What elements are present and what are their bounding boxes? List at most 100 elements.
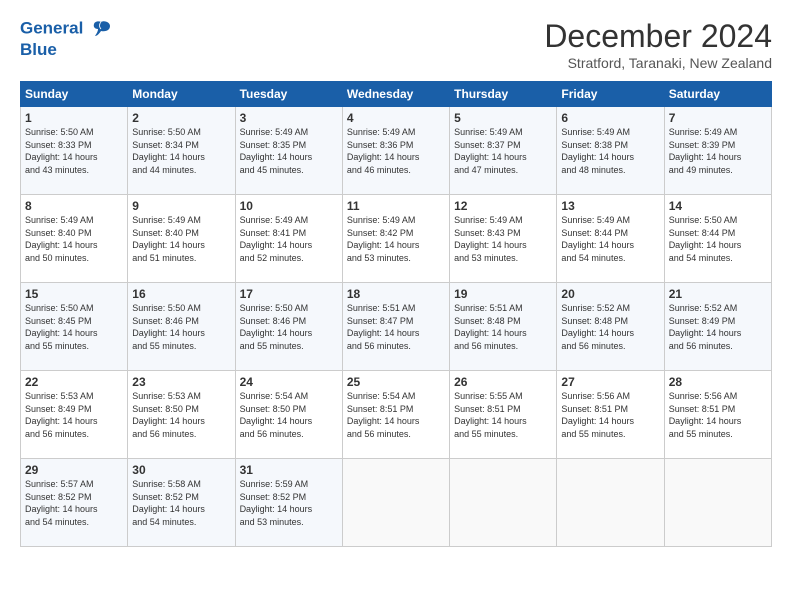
calendar-cell: 20Sunrise: 5:52 AM Sunset: 8:48 PM Dayli… — [557, 283, 664, 371]
logo: General Blue — [20, 18, 112, 60]
calendar-cell — [664, 459, 771, 547]
day-number: 14 — [669, 199, 767, 213]
col-wednesday: Wednesday — [342, 82, 449, 107]
day-number: 24 — [240, 375, 338, 389]
day-number: 8 — [25, 199, 123, 213]
day-info: Sunrise: 5:54 AM Sunset: 8:51 PM Dayligh… — [347, 390, 445, 440]
location-subtitle: Stratford, Taranaki, New Zealand — [544, 55, 772, 71]
calendar-cell: 23Sunrise: 5:53 AM Sunset: 8:50 PM Dayli… — [128, 371, 235, 459]
table-row: 22Sunrise: 5:53 AM Sunset: 8:49 PM Dayli… — [21, 371, 772, 459]
calendar-cell: 18Sunrise: 5:51 AM Sunset: 8:47 PM Dayli… — [342, 283, 449, 371]
day-info: Sunrise: 5:50 AM Sunset: 8:46 PM Dayligh… — [132, 302, 230, 352]
day-info: Sunrise: 5:49 AM Sunset: 8:35 PM Dayligh… — [240, 126, 338, 176]
day-info: Sunrise: 5:50 AM Sunset: 8:34 PM Dayligh… — [132, 126, 230, 176]
day-number: 11 — [347, 199, 445, 213]
calendar-cell: 5Sunrise: 5:49 AM Sunset: 8:37 PM Daylig… — [450, 107, 557, 195]
day-info: Sunrise: 5:51 AM Sunset: 8:47 PM Dayligh… — [347, 302, 445, 352]
day-number: 5 — [454, 111, 552, 125]
day-info: Sunrise: 5:55 AM Sunset: 8:51 PM Dayligh… — [454, 390, 552, 440]
calendar-cell: 14Sunrise: 5:50 AM Sunset: 8:44 PM Dayli… — [664, 195, 771, 283]
table-row: 29Sunrise: 5:57 AM Sunset: 8:52 PM Dayli… — [21, 459, 772, 547]
calendar-cell: 28Sunrise: 5:56 AM Sunset: 8:51 PM Dayli… — [664, 371, 771, 459]
day-info: Sunrise: 5:58 AM Sunset: 8:52 PM Dayligh… — [132, 478, 230, 528]
day-number: 28 — [669, 375, 767, 389]
day-number: 1 — [25, 111, 123, 125]
day-info: Sunrise: 5:50 AM Sunset: 8:33 PM Dayligh… — [25, 126, 123, 176]
logo-blue: Blue — [20, 40, 112, 60]
day-info: Sunrise: 5:50 AM Sunset: 8:44 PM Dayligh… — [669, 214, 767, 264]
day-info: Sunrise: 5:49 AM Sunset: 8:39 PM Dayligh… — [669, 126, 767, 176]
calendar-cell — [450, 459, 557, 547]
day-info: Sunrise: 5:56 AM Sunset: 8:51 PM Dayligh… — [561, 390, 659, 440]
day-number: 21 — [669, 287, 767, 301]
day-number: 27 — [561, 375, 659, 389]
day-number: 15 — [25, 287, 123, 301]
day-info: Sunrise: 5:49 AM Sunset: 8:38 PM Dayligh… — [561, 126, 659, 176]
day-info: Sunrise: 5:49 AM Sunset: 8:42 PM Dayligh… — [347, 214, 445, 264]
day-info: Sunrise: 5:49 AM Sunset: 8:43 PM Dayligh… — [454, 214, 552, 264]
day-info: Sunrise: 5:52 AM Sunset: 8:48 PM Dayligh… — [561, 302, 659, 352]
table-row: 1Sunrise: 5:50 AM Sunset: 8:33 PM Daylig… — [21, 107, 772, 195]
day-info: Sunrise: 5:49 AM Sunset: 8:41 PM Dayligh… — [240, 214, 338, 264]
calendar-cell: 10Sunrise: 5:49 AM Sunset: 8:41 PM Dayli… — [235, 195, 342, 283]
col-monday: Monday — [128, 82, 235, 107]
day-info: Sunrise: 5:53 AM Sunset: 8:50 PM Dayligh… — [132, 390, 230, 440]
calendar-cell: 8Sunrise: 5:49 AM Sunset: 8:40 PM Daylig… — [21, 195, 128, 283]
calendar-cell: 30Sunrise: 5:58 AM Sunset: 8:52 PM Dayli… — [128, 459, 235, 547]
calendar-cell: 1Sunrise: 5:50 AM Sunset: 8:33 PM Daylig… — [21, 107, 128, 195]
calendar-cell: 29Sunrise: 5:57 AM Sunset: 8:52 PM Dayli… — [21, 459, 128, 547]
day-info: Sunrise: 5:51 AM Sunset: 8:48 PM Dayligh… — [454, 302, 552, 352]
calendar-cell: 19Sunrise: 5:51 AM Sunset: 8:48 PM Dayli… — [450, 283, 557, 371]
day-number: 26 — [454, 375, 552, 389]
page: General Blue December 2024 Stratford, Ta… — [0, 0, 792, 612]
day-number: 22 — [25, 375, 123, 389]
calendar-cell: 17Sunrise: 5:50 AM Sunset: 8:46 PM Dayli… — [235, 283, 342, 371]
col-sunday: Sunday — [21, 82, 128, 107]
day-info: Sunrise: 5:49 AM Sunset: 8:40 PM Dayligh… — [132, 214, 230, 264]
calendar-cell: 12Sunrise: 5:49 AM Sunset: 8:43 PM Dayli… — [450, 195, 557, 283]
calendar-cell: 2Sunrise: 5:50 AM Sunset: 8:34 PM Daylig… — [128, 107, 235, 195]
day-number: 9 — [132, 199, 230, 213]
col-saturday: Saturday — [664, 82, 771, 107]
calendar-cell: 31Sunrise: 5:59 AM Sunset: 8:52 PM Dayli… — [235, 459, 342, 547]
calendar-cell: 15Sunrise: 5:50 AM Sunset: 8:45 PM Dayli… — [21, 283, 128, 371]
day-info: Sunrise: 5:50 AM Sunset: 8:45 PM Dayligh… — [25, 302, 123, 352]
day-number: 7 — [669, 111, 767, 125]
day-info: Sunrise: 5:49 AM Sunset: 8:40 PM Dayligh… — [25, 214, 123, 264]
calendar-cell: 27Sunrise: 5:56 AM Sunset: 8:51 PM Dayli… — [557, 371, 664, 459]
day-number: 2 — [132, 111, 230, 125]
calendar-cell: 26Sunrise: 5:55 AM Sunset: 8:51 PM Dayli… — [450, 371, 557, 459]
logo-text: General Blue — [20, 18, 112, 60]
col-friday: Friday — [557, 82, 664, 107]
logo-general: General — [20, 18, 83, 37]
calendar-cell: 11Sunrise: 5:49 AM Sunset: 8:42 PM Dayli… — [342, 195, 449, 283]
calendar-cell — [342, 459, 449, 547]
calendar-table: Sunday Monday Tuesday Wednesday Thursday… — [20, 81, 772, 547]
calendar-cell: 3Sunrise: 5:49 AM Sunset: 8:35 PM Daylig… — [235, 107, 342, 195]
col-thursday: Thursday — [450, 82, 557, 107]
day-number: 16 — [132, 287, 230, 301]
calendar-cell: 4Sunrise: 5:49 AM Sunset: 8:36 PM Daylig… — [342, 107, 449, 195]
day-info: Sunrise: 5:49 AM Sunset: 8:44 PM Dayligh… — [561, 214, 659, 264]
day-number: 13 — [561, 199, 659, 213]
calendar-cell: 7Sunrise: 5:49 AM Sunset: 8:39 PM Daylig… — [664, 107, 771, 195]
calendar-cell: 22Sunrise: 5:53 AM Sunset: 8:49 PM Dayli… — [21, 371, 128, 459]
day-info: Sunrise: 5:59 AM Sunset: 8:52 PM Dayligh… — [240, 478, 338, 528]
calendar-cell: 25Sunrise: 5:54 AM Sunset: 8:51 PM Dayli… — [342, 371, 449, 459]
day-number: 29 — [25, 463, 123, 477]
title-block: December 2024 Stratford, Taranaki, New Z… — [544, 18, 772, 71]
calendar-cell: 6Sunrise: 5:49 AM Sunset: 8:38 PM Daylig… — [557, 107, 664, 195]
day-number: 3 — [240, 111, 338, 125]
day-info: Sunrise: 5:54 AM Sunset: 8:50 PM Dayligh… — [240, 390, 338, 440]
day-number: 20 — [561, 287, 659, 301]
day-info: Sunrise: 5:50 AM Sunset: 8:46 PM Dayligh… — [240, 302, 338, 352]
day-info: Sunrise: 5:57 AM Sunset: 8:52 PM Dayligh… — [25, 478, 123, 528]
day-number: 31 — [240, 463, 338, 477]
calendar-cell: 13Sunrise: 5:49 AM Sunset: 8:44 PM Dayli… — [557, 195, 664, 283]
day-number: 19 — [454, 287, 552, 301]
calendar-cell: 9Sunrise: 5:49 AM Sunset: 8:40 PM Daylig… — [128, 195, 235, 283]
table-row: 15Sunrise: 5:50 AM Sunset: 8:45 PM Dayli… — [21, 283, 772, 371]
calendar-cell: 21Sunrise: 5:52 AM Sunset: 8:49 PM Dayli… — [664, 283, 771, 371]
col-tuesday: Tuesday — [235, 82, 342, 107]
day-info: Sunrise: 5:56 AM Sunset: 8:51 PM Dayligh… — [669, 390, 767, 440]
